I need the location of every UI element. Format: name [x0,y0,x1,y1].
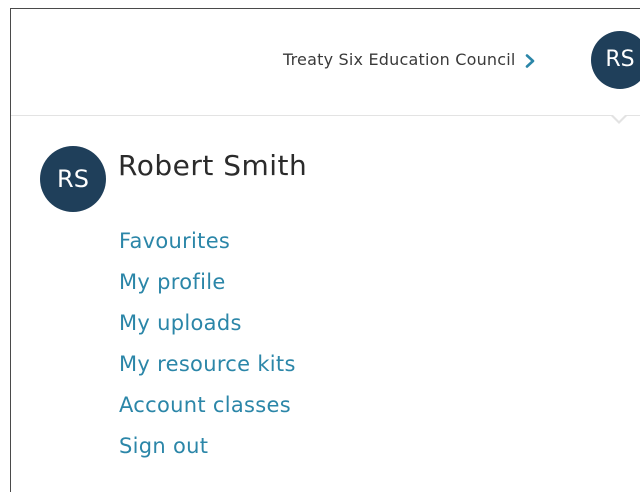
user-menu-list: Favourites My profile My uploads My reso… [119,227,296,473]
menu-item-my-profile[interactable]: My profile [119,268,296,309]
user-avatar-button[interactable]: RS [591,31,640,89]
menu-item-my-resource-kits[interactable]: My resource kits [119,350,296,391]
chevron-right-icon [525,53,535,68]
menu-item-sign-out[interactable]: Sign out [119,432,296,473]
menu-item-favourites[interactable]: Favourites [119,227,296,268]
organization-name: Treaty Six Education Council [283,50,516,69]
top-header: Treaty Six Education Council RS [11,9,640,116]
menu-item-account-classes[interactable]: Account classes [119,391,296,432]
organization-link[interactable]: Treaty Six Education Council [283,50,535,69]
menu-item-my-uploads[interactable]: My uploads [119,309,296,350]
app-window: Treaty Six Education Council RS RS Rober… [10,8,640,492]
user-menu-dropdown: RS Robert Smith Favourites My profile My… [11,116,640,493]
avatar: RS [40,146,106,212]
user-name: Robert Smith [118,149,308,182]
